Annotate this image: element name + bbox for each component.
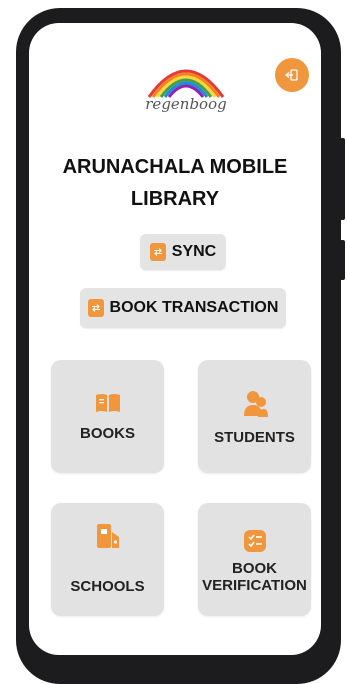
sync-button[interactable]: SYNC <box>140 234 226 270</box>
checklist-icon <box>198 529 311 553</box>
book-open-icon <box>51 393 164 413</box>
logout-button[interactable] <box>275 58 309 92</box>
book-transaction-label: BOOK TRANSACTION <box>109 299 279 316</box>
users-icon <box>198 390 311 418</box>
book-verification-label-line1: BOOK <box>232 560 277 577</box>
book-verification-label: BOOK VERIFICATION <box>198 560 311 594</box>
app-screen: regenboog ARUNACHALA MOBILE LIBRARY SYNC… <box>29 23 321 655</box>
regenboog-logo: regenboog <box>141 53 231 123</box>
transaction-icon <box>87 299 104 317</box>
schools-tile[interactable]: SCHOOLS <box>51 503 164 616</box>
book-verification-label-line2: VERIFICATION <box>202 577 307 594</box>
school-icon <box>51 523 164 549</box>
books-tile[interactable]: BOOKS <box>51 360 164 473</box>
page-title-line1: ARUNACHALA MOBILE <box>62 156 288 178</box>
sync-label: SYNC <box>171 243 217 260</box>
sync-icon <box>149 243 166 261</box>
schools-label: SCHOOLS <box>70 578 145 595</box>
page-title-line2: LIBRARY <box>130 188 220 210</box>
power-button <box>340 240 345 280</box>
logo-wordmark: regenboog <box>145 95 227 113</box>
students-label: STUDENTS <box>214 429 295 446</box>
page-title: ARUNACHALA MOBILE LIBRARY <box>29 151 321 215</box>
students-tile[interactable]: STUDENTS <box>198 360 311 473</box>
logout-icon <box>285 69 298 81</box>
books-label: BOOKS <box>79 425 135 442</box>
book-transaction-button[interactable]: BOOK TRANSACTION <box>80 288 286 328</box>
volume-button <box>340 138 345 220</box>
book-verification-tile[interactable]: BOOK VERIFICATION <box>198 503 311 616</box>
